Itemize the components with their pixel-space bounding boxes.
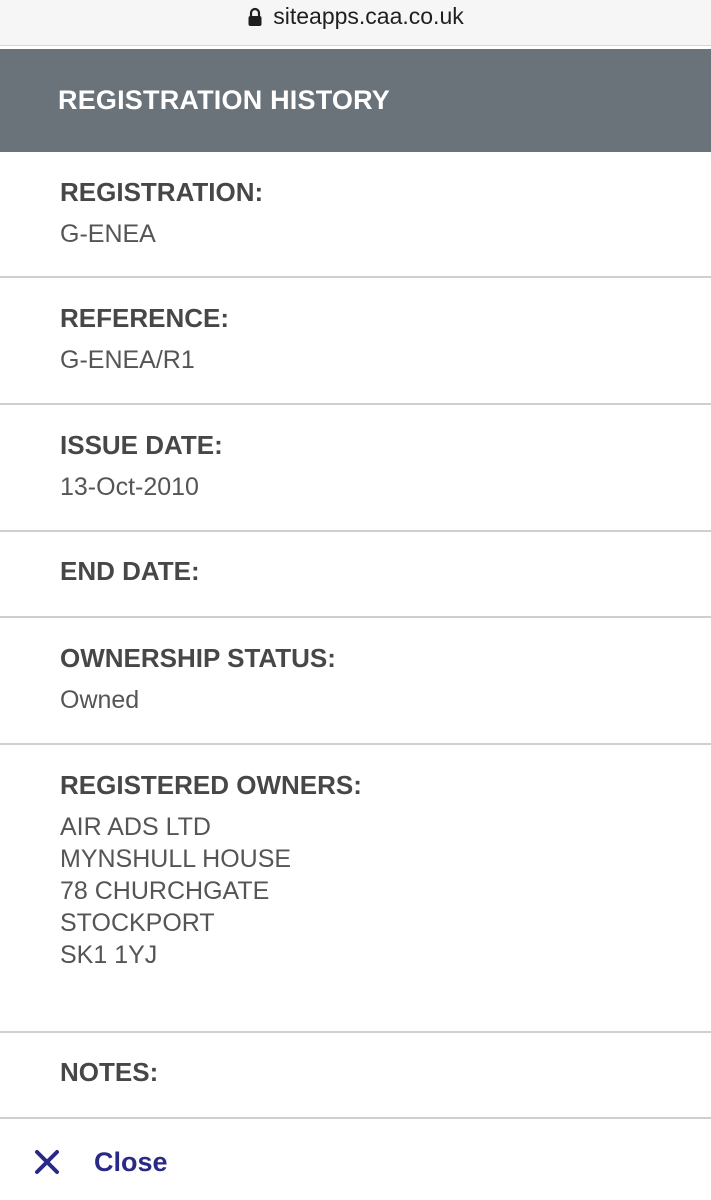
- notes-label: NOTES:: [60, 1057, 159, 1087]
- page-title: REGISTRATION HISTORY: [58, 85, 391, 115]
- registration-field: REGISTRATION: G-ENEA: [0, 152, 711, 278]
- issue-date-value: 13-Oct-2010: [60, 473, 199, 501]
- owner-line: STOCKPORT: [60, 909, 215, 937]
- browser-url-bar[interactable]: siteapps.caa.co.uk: [0, 0, 711, 46]
- issue-date-field: ISSUE DATE: 13-Oct-2010: [0, 405, 711, 532]
- registration-label: REGISTRATION:: [60, 177, 264, 207]
- owner-line: MYNSHULL HOUSE: [60, 845, 292, 873]
- notes-field: NOTES:: [0, 1033, 711, 1119]
- close-button[interactable]: Close: [0, 1119, 711, 1200]
- reference-value: G-ENEA/R1: [60, 346, 195, 374]
- close-icon[interactable]: [34, 1149, 60, 1175]
- end-date-field: END DATE:: [0, 532, 711, 618]
- owner-address: AIR ADS LTD MYNSHULL HOUSE 78 CHURCHGATE…: [60, 811, 711, 971]
- url-text: siteapps.caa.co.uk: [273, 3, 464, 29]
- page-header: REGISTRATION HISTORY: [0, 49, 711, 152]
- registered-owners-label: REGISTERED OWNERS:: [60, 770, 362, 800]
- owner-line: AIR ADS LTD: [60, 813, 211, 841]
- ownership-status-field: OWNERSHIP STATUS: Owned: [0, 618, 711, 745]
- end-date-label: END DATE:: [60, 556, 200, 586]
- registered-owners-field: REGISTERED OWNERS: AIR ADS LTD MYNSHULL …: [0, 745, 711, 1033]
- ownership-status-label: OWNERSHIP STATUS:: [60, 643, 336, 673]
- reference-field: REFERENCE: G-ENEA/R1: [0, 278, 711, 405]
- url-display[interactable]: siteapps.caa.co.uk: [247, 3, 464, 30]
- issue-date-label: ISSUE DATE:: [60, 430, 223, 460]
- lock-icon: [247, 7, 263, 27]
- ownership-status-value: Owned: [60, 686, 140, 714]
- close-label[interactable]: Close: [94, 1147, 168, 1178]
- reference-label: REFERENCE:: [60, 303, 230, 333]
- owner-line: SK1 1YJ: [60, 941, 158, 969]
- registration-value: G-ENEA: [60, 220, 156, 248]
- owner-line: 78 CHURCHGATE: [60, 877, 270, 905]
